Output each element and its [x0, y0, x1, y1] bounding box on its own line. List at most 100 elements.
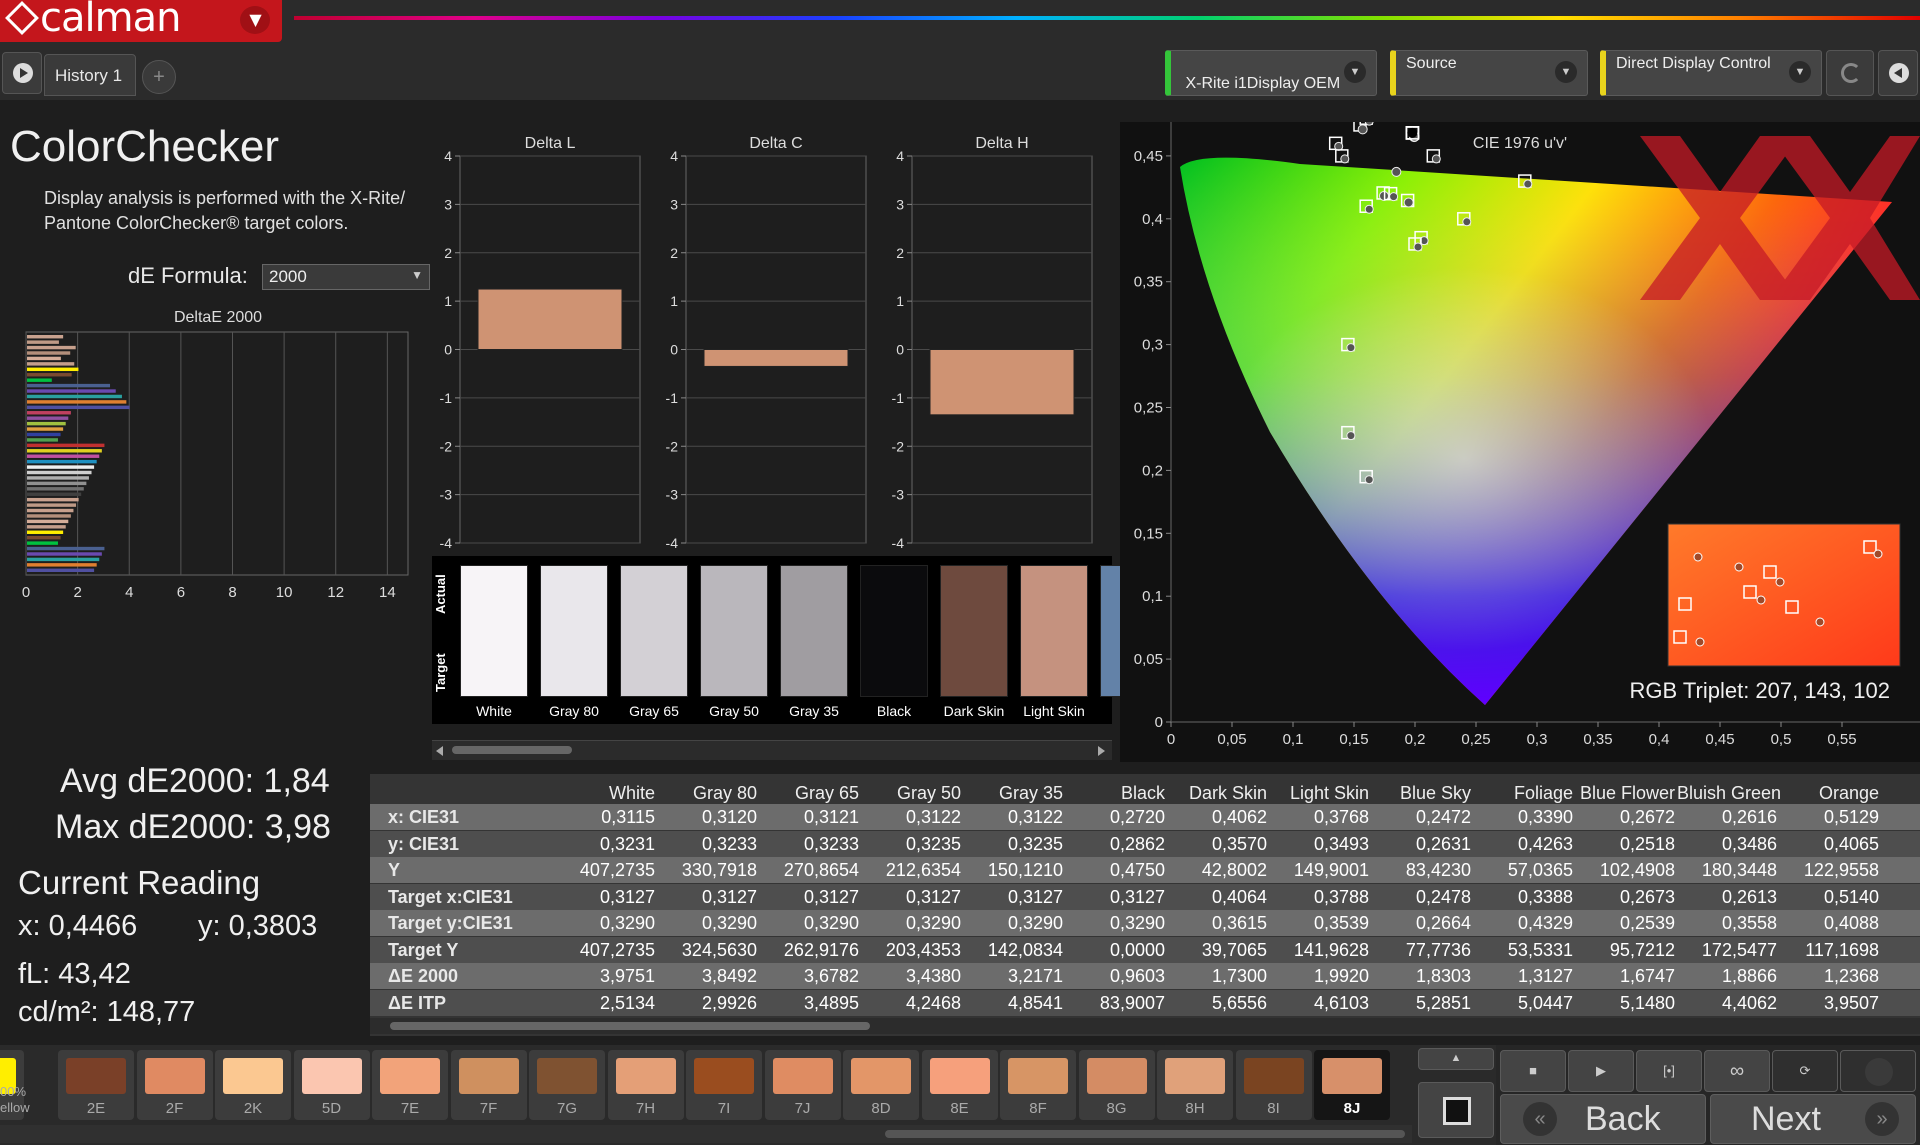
table-cell: 0,4064: [1211, 886, 1267, 907]
chip-8h[interactable]: 8H: [1157, 1050, 1233, 1120]
table-cell: 180,3448: [1701, 860, 1777, 880]
delta-tick: -2: [666, 438, 679, 454]
deltae-bar: [27, 530, 64, 534]
deltae-tick: 4: [125, 584, 133, 601]
chip-2k[interactable]: 2K: [215, 1050, 291, 1120]
chip-5d[interactable]: 5D: [293, 1050, 370, 1120]
nav-forward-button[interactable]: [2, 52, 42, 94]
table-cell: 3,4380: [905, 966, 961, 986]
chip-scrollbar[interactable]: [0, 1125, 1412, 1143]
table-scrollbar[interactable]: [370, 1018, 1920, 1034]
meter-select[interactable]: X-Rite i1Display OEM ASUS XG27ACS ▼: [1165, 50, 1377, 96]
play-button[interactable]: ▶: [1568, 1050, 1634, 1092]
delta-bar: [477, 288, 623, 350]
scroll-right-icon[interactable]: [1098, 746, 1105, 756]
chip-7i[interactable]: 7I: [686, 1050, 762, 1120]
scrollbar-thumb[interactable]: [390, 1022, 870, 1030]
back-button[interactable]: « Back: [1500, 1094, 1706, 1144]
chip-7g[interactable]: 7G: [529, 1050, 605, 1120]
chip-7e[interactable]: 7E: [372, 1050, 448, 1120]
swatch-white[interactable]: [460, 565, 528, 697]
single-read-button[interactable]: [•]: [1636, 1050, 1702, 1092]
source-select[interactable]: Source ▼: [1390, 50, 1588, 96]
table-cell: 0,2478: [1415, 886, 1471, 907]
swatch-panel: [432, 556, 1112, 724]
cie-title: CIE 1976 u'v': [1473, 135, 1567, 152]
table-cell: 4,6103: [1313, 992, 1369, 1013]
collapse-button[interactable]: [1878, 50, 1918, 96]
deltae-bar: [27, 432, 61, 437]
table-cell: 5,0447: [1517, 992, 1573, 1013]
up-button[interactable]: ▲: [1418, 1048, 1494, 1070]
table-cell: 270,8654: [783, 860, 859, 880]
swatch-dark-skin[interactable]: [940, 565, 1008, 697]
chip-label: 7J: [794, 1100, 811, 1117]
scroll-left-icon[interactable]: [436, 746, 443, 756]
swatch-gray-35[interactable]: [780, 565, 848, 697]
delta-tick: 3: [444, 196, 452, 212]
delta-tick: 3: [896, 196, 904, 212]
chip-color: [1243, 1058, 1304, 1094]
swatch-gray-80[interactable]: [540, 565, 608, 697]
delta-tick: -3: [440, 487, 453, 503]
swatch-light-skin[interactable]: [1020, 565, 1088, 697]
swatch-black[interactable]: [860, 565, 928, 697]
continuous-button[interactable]: ∞: [1704, 1050, 1770, 1092]
swatch-gray-50[interactable]: [700, 565, 768, 697]
chip-color: [458, 1058, 519, 1094]
refresh-button[interactable]: [1826, 50, 1874, 96]
deltae-ticks: 0 2 4 6 8 10 12 14: [22, 584, 396, 601]
cie-xtick: 0,35: [1583, 731, 1612, 748]
scrollbar-thumb[interactable]: [452, 746, 572, 754]
display-select[interactable]: Direct Display Control ▼: [1600, 50, 1822, 96]
cie-ytick: 0,4: [1142, 211, 1163, 228]
deltae-frame: [25, 331, 409, 576]
scrollbar-thumb[interactable]: [885, 1130, 1405, 1138]
chip-8d[interactable]: 8D: [843, 1050, 919, 1120]
table-cell: 172,5477: [1701, 939, 1777, 960]
chip-8j[interactable]: 8J: [1314, 1050, 1390, 1120]
chip-7j[interactable]: 7J: [764, 1050, 841, 1120]
calman-logo[interactable]: calman ▼: [0, 0, 282, 42]
de-formula-select[interactable]: 2000 ▼: [262, 264, 430, 290]
status-button[interactable]: [1840, 1050, 1916, 1092]
table-cell: 407,2735: [579, 860, 655, 880]
swatch-gray-65[interactable]: [620, 565, 688, 697]
chip-8f[interactable]: 8F: [1000, 1050, 1076, 1120]
refresh-icon: [1841, 63, 1861, 83]
cie-actual-marker: [1431, 154, 1441, 164]
chip-8e[interactable]: 8E: [921, 1050, 998, 1120]
next-button[interactable]: Next »: [1710, 1094, 1916, 1144]
chevron-down-icon[interactable]: ▼: [240, 6, 270, 34]
table-cell: 102,4908: [1599, 860, 1675, 880]
cie-actual-marker: [1391, 166, 1402, 177]
tab-history[interactable]: History 1: [44, 54, 136, 96]
stop-button[interactable]: ■: [1500, 1050, 1566, 1092]
column-header: Gray 35: [998, 783, 1063, 803]
chip-2e[interactable]: 2E: [58, 1050, 134, 1120]
row-label: Target x:CIE31: [388, 886, 513, 907]
add-tab-button[interactable]: +: [142, 60, 176, 94]
chip-color: [1086, 1058, 1147, 1094]
chip-label: 7I: [717, 1100, 731, 1117]
stop-measure-button[interactable]: [1418, 1082, 1494, 1138]
table-cell: 0,3127: [701, 886, 757, 907]
deltae-tick: 12: [327, 584, 344, 601]
chip-label: 8J: [1343, 1100, 1361, 1117]
chip-00-ellow[interactable]: 00% ellow: [0, 1050, 30, 1120]
chip-2f[interactable]: 2F: [136, 1050, 213, 1120]
chip-8i[interactable]: 8I: [1235, 1050, 1312, 1120]
chip-8g[interactable]: 8G: [1078, 1050, 1155, 1120]
column-header: Blue Flower: [1579, 783, 1675, 803]
chip-7f[interactable]: 7F: [450, 1050, 527, 1120]
chip-7h[interactable]: 7H: [607, 1050, 684, 1120]
delta-tick: 4: [444, 148, 452, 164]
chip-color: [694, 1058, 754, 1094]
deltae-bar: [27, 459, 97, 464]
row-label: Y: [388, 860, 401, 880]
swatch-scrollbar[interactable]: [432, 740, 1112, 760]
infinity-icon: ∞: [1729, 1060, 1745, 1082]
chip-label: 7G: [556, 1100, 577, 1117]
repeat-button[interactable]: ⟳: [1772, 1050, 1838, 1092]
table-cell: 51,5: [1881, 857, 1920, 883]
